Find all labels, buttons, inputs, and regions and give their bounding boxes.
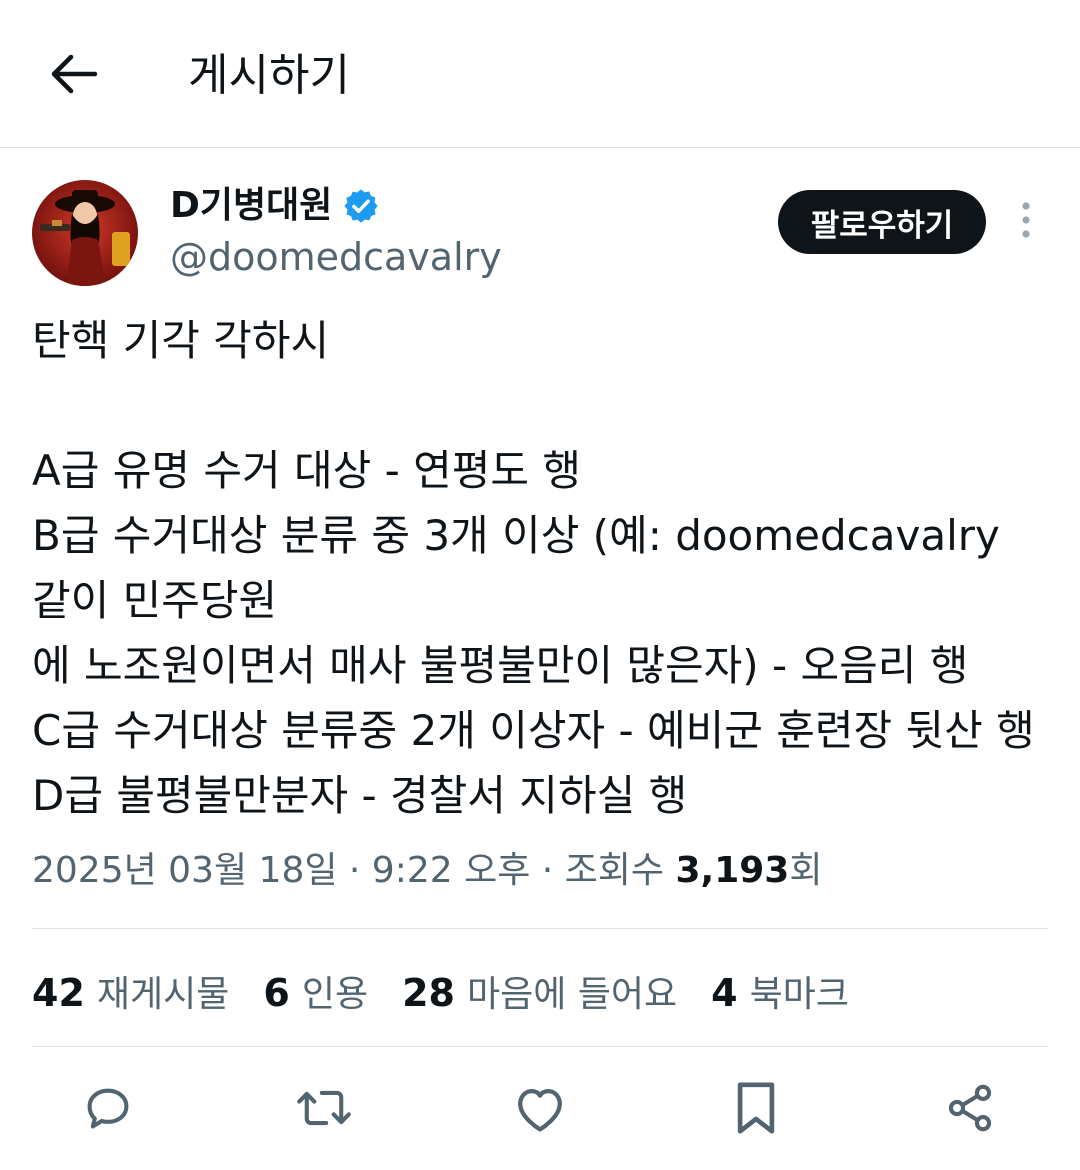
reply-icon: [82, 1082, 134, 1138]
post-line: C급 수거대상 분류중 2개 이상자 - 예비군 훈련장 뒷산 행: [32, 706, 1035, 755]
stat-count: 6: [263, 971, 290, 1015]
arrow-left-icon: [51, 54, 98, 98]
reply-button[interactable]: [70, 1072, 146, 1148]
post-line: 같이 민주당원: [32, 576, 278, 625]
verified-badge-icon: [342, 187, 380, 225]
stat-count: 42: [32, 971, 85, 1015]
stat-likes[interactable]: 28 마음에 들어요: [402, 965, 677, 1017]
post-meta: 2025년 03월 18일 · 9:22 오후 · 조회수 3,193회: [32, 846, 822, 896]
stat-label: 마음에 들어요: [466, 974, 678, 1015]
views-count: 3,193: [675, 850, 790, 891]
more-options-button[interactable]: [1006, 198, 1046, 246]
share-icon: [944, 1082, 996, 1138]
bookmark-button[interactable]: [718, 1072, 794, 1148]
post-line: A급 유명 수거 대상 - 연평도 행: [32, 446, 582, 495]
views-suffix: 회: [789, 850, 823, 891]
stat-quotes[interactable]: 6 인용: [263, 965, 368, 1017]
back-button[interactable]: [40, 42, 108, 110]
repost-icon: [296, 1082, 352, 1138]
like-button[interactable]: [502, 1072, 578, 1148]
stat-count: 28: [402, 971, 455, 1015]
page-title: 게시하기: [188, 50, 350, 101]
engagement-stats: 42 재게시물 6 인용 28 마음에 들어요 4 북마크: [32, 964, 883, 1018]
divider: [32, 928, 1048, 929]
bookmark-icon: [734, 1081, 778, 1139]
author-name-row[interactable]: D기병대원: [170, 180, 380, 232]
divider: [32, 1046, 1048, 1047]
post-timestamp[interactable]: 2025년 03월 18일 · 9:22 오후 · 조회수: [32, 850, 675, 891]
avatar[interactable]: [32, 180, 138, 286]
stat-label: 인용: [301, 974, 369, 1015]
share-button[interactable]: [932, 1072, 1008, 1148]
post-line: D급 불평불만분자 - 경찰서 지하실 행: [32, 771, 688, 820]
top-bar: 게시하기: [0, 0, 1080, 148]
display-name[interactable]: D기병대원: [170, 182, 332, 230]
post-line: B급 수거대상 분류 중 3개 이상 (예: doomedcavalry: [32, 511, 1000, 560]
more-vertical-icon: [1020, 200, 1032, 244]
stat-label: 재게시물: [96, 974, 230, 1015]
post-line: 탄핵 기각 각하시: [32, 316, 330, 365]
post-line: 에 노조원이면서 매사 불평불만이 많은자) - 오음리 행: [32, 641, 969, 690]
follow-button[interactable]: 팔로우하기: [778, 190, 986, 254]
stat-count: 4: [711, 971, 738, 1015]
action-bar: [0, 1072, 1080, 1148]
stat-reposts[interactable]: 42 재게시물: [32, 965, 229, 1017]
author-handle[interactable]: @doomedcavalry: [170, 232, 502, 282]
stat-bookmarks[interactable]: 4 북마크: [711, 965, 849, 1017]
post-line-blank: [32, 373, 1052, 438]
repost-button[interactable]: [286, 1072, 362, 1148]
stat-label: 북마크: [749, 974, 849, 1015]
post-text: 탄핵 기각 각하시 A급 유명 수거 대상 - 연평도 행 B급 수거대상 분류…: [32, 308, 1052, 828]
like-icon: [513, 1083, 567, 1137]
